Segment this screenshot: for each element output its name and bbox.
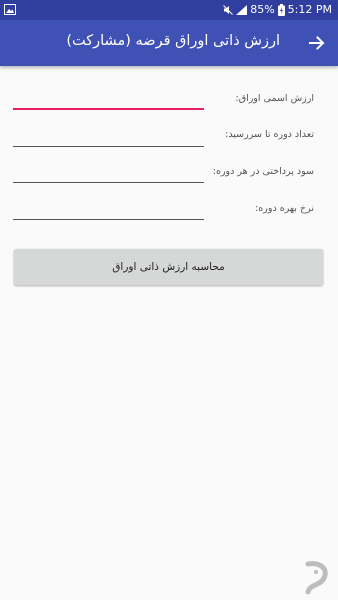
periods-label: تعداد دوره تا سررسید: (225, 129, 314, 140)
signal-icon (236, 4, 248, 15)
battery-percent: 85% (250, 3, 275, 16)
battery-icon (277, 3, 285, 16)
interest-rate-input[interactable] (13, 201, 204, 220)
mute-icon (223, 4, 234, 15)
coupon-input[interactable] (13, 164, 204, 183)
face-value-input[interactable] (13, 90, 204, 110)
page-title: ارزش ذاتی اوراق قرضه (مشارکت) (66, 33, 280, 49)
app-bar: ارزش ذاتی اوراق قرضه (مشارکت) (0, 20, 338, 66)
coupon-label: سود پرداختی در هر دوره: (212, 166, 314, 177)
status-bar: 85% 5:12 PM (0, 0, 338, 20)
interest-rate-label: نرخ بهره دوره: (255, 203, 314, 214)
app-logo-watermark (302, 560, 334, 596)
periods-input[interactable] (13, 128, 204, 147)
arrow-right-icon[interactable] (306, 32, 328, 54)
calculate-button[interactable]: محاسبه ارزش ذاتی اوراق (14, 249, 323, 285)
clock: 5:12 PM (287, 3, 332, 16)
gallery-notification-icon (4, 4, 16, 15)
face-value-label: ارزش اسمی اوراق: (235, 93, 315, 104)
